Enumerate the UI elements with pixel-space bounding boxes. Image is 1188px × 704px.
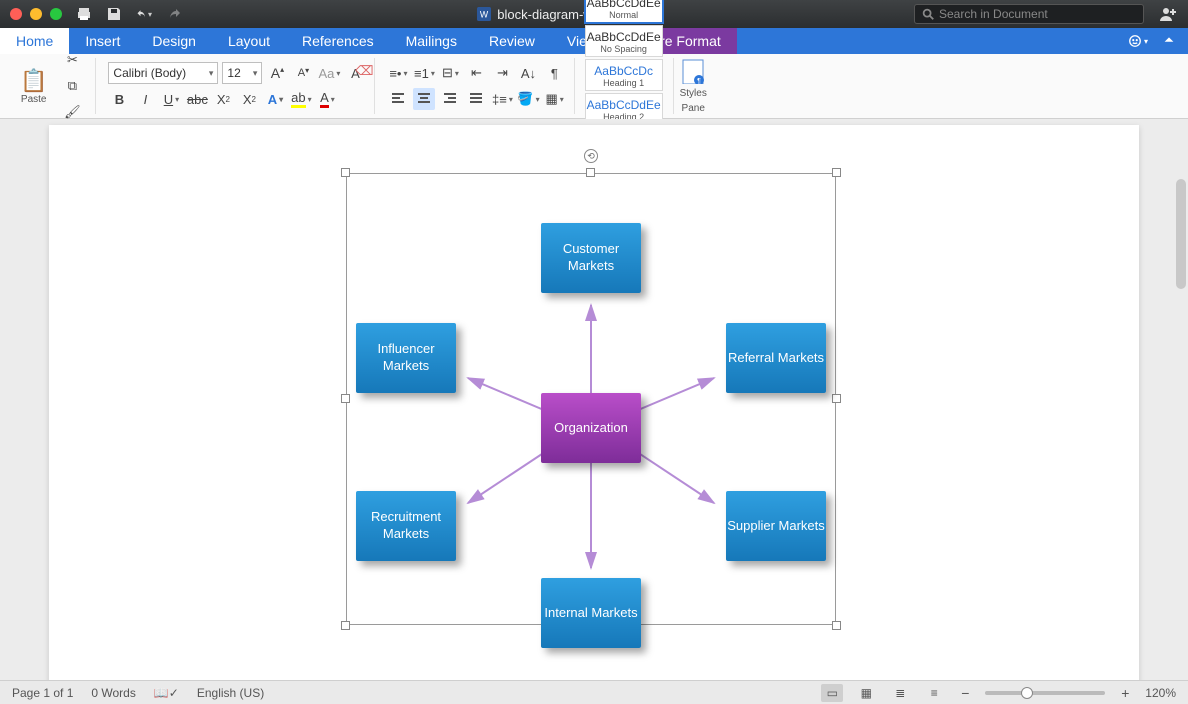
tab-design[interactable]: Design	[136, 28, 212, 54]
styles-gallery: AaBbCcDdEe Normal AaBbCcDdEe No Spacing …	[579, 58, 669, 114]
vertical-scrollbar[interactable]	[1176, 179, 1186, 289]
rotate-handle[interactable]: ⟲	[584, 149, 598, 163]
diagram-node: Referral Markets	[726, 323, 826, 393]
selected-picture[interactable]: ⟲	[346, 173, 836, 625]
search-icon	[921, 7, 935, 21]
zoom-in-button[interactable]: +	[1117, 685, 1133, 701]
font-family-select[interactable]: Calibri (Body)▾	[108, 62, 218, 84]
shading-icon[interactable]: 🪣	[517, 88, 539, 110]
zoom-out-button[interactable]: −	[957, 685, 973, 701]
resize-handle-tr[interactable]	[832, 168, 841, 177]
italic-button[interactable]: I	[134, 88, 156, 110]
align-center-icon[interactable]	[413, 88, 435, 110]
style-no-spacing[interactable]: AaBbCcDdEe No Spacing	[585, 25, 663, 57]
page-indicator[interactable]: Page 1 of 1	[12, 686, 73, 700]
resize-handle-br[interactable]	[832, 621, 841, 630]
text-effects-icon[interactable]: A	[264, 88, 286, 110]
document-title: W block-diagram-word2	[182, 7, 914, 22]
diagram-node: Customer Markets	[541, 223, 641, 293]
decrease-indent-icon[interactable]: ⇤	[465, 62, 487, 84]
align-left-icon[interactable]	[387, 88, 409, 110]
resize-handle-r[interactable]	[832, 394, 841, 403]
clear-formatting-icon[interactable]: A⌫	[344, 62, 366, 84]
page: ⟲	[49, 125, 1139, 680]
svg-text:¶: ¶	[697, 78, 701, 84]
language-indicator[interactable]: English (US)	[197, 686, 264, 700]
font-size-select[interactable]: 12▾	[222, 62, 262, 84]
highlight-color-icon[interactable]: ab	[290, 88, 312, 110]
window-controls	[10, 8, 62, 20]
numbering-icon[interactable]: ≡1	[413, 62, 435, 84]
outline-view-icon[interactable]: ≣	[889, 684, 911, 702]
tab-mailings[interactable]: Mailings	[390, 28, 473, 54]
diagram-node: Recruitment Markets	[356, 491, 456, 561]
borders-icon[interactable]: ▦	[544, 88, 566, 110]
grow-font-icon[interactable]: A▴	[266, 62, 288, 84]
feedback-icon[interactable]: ▾	[1128, 34, 1148, 48]
diagram-node: Internal Markets	[541, 578, 641, 648]
line-spacing-icon[interactable]: ‡≡	[491, 88, 513, 110]
style-normal[interactable]: AaBbCcDdEe Normal	[585, 0, 663, 23]
zoom-window[interactable]	[50, 8, 62, 20]
word-doc-icon: W	[477, 7, 491, 21]
sort-icon[interactable]: A↓	[517, 62, 539, 84]
print-icon[interactable]	[76, 6, 92, 22]
minimize-window[interactable]	[30, 8, 42, 20]
word-count[interactable]: 0 Words	[91, 686, 135, 700]
share-icon[interactable]	[1158, 4, 1178, 24]
multilevel-list-icon[interactable]: ⊟	[439, 62, 461, 84]
diagram-node: Influencer Markets	[356, 323, 456, 393]
status-bar: Page 1 of 1 0 Words 📖✓ English (US) ▭ ▦ …	[0, 680, 1188, 704]
cut-icon[interactable]: ✂	[61, 49, 83, 71]
zoom-slider[interactable]	[985, 691, 1105, 695]
undo-icon[interactable]: ▾	[136, 6, 152, 22]
justify-icon[interactable]	[465, 88, 487, 110]
redo-icon[interactable]	[166, 6, 182, 22]
style-heading-1[interactable]: AaBbCcDc Heading 1	[585, 59, 663, 91]
print-layout-view-icon[interactable]: ▭	[821, 684, 843, 702]
close-window[interactable]	[10, 8, 22, 20]
svg-text:W: W	[480, 10, 489, 20]
resize-handle-tl[interactable]	[341, 168, 350, 177]
save-icon[interactable]	[106, 6, 122, 22]
diagram-center-node: Organization	[541, 393, 641, 463]
spellcheck-icon[interactable]: 📖✓	[154, 686, 179, 700]
search-in-document[interactable]: Search in Document	[914, 4, 1144, 24]
tab-review[interactable]: Review	[473, 28, 551, 54]
underline-button[interactable]: U	[160, 88, 182, 110]
bold-button[interactable]: B	[108, 88, 130, 110]
styles-pane-button[interactable]: ¶ Styles Pane	[673, 58, 713, 114]
shrink-font-icon[interactable]: A▾	[292, 62, 314, 84]
zoom-slider-thumb[interactable]	[1021, 687, 1033, 699]
paste-icon: 📋	[20, 68, 47, 94]
paste-button[interactable]: 📋 Paste	[14, 68, 53, 105]
resize-handle-l[interactable]	[341, 394, 350, 403]
strikethrough-button[interactable]: abc	[186, 88, 208, 110]
ribbon: 📋 Paste ✂ ⧉ 🖌 Calibri (Body)▾ 12▾ A▴ A▾ …	[0, 54, 1188, 119]
superscript-button[interactable]: X2	[238, 88, 260, 110]
copy-icon[interactable]: ⧉	[61, 75, 83, 97]
align-right-icon[interactable]	[439, 88, 461, 110]
font-color-icon[interactable]: A	[316, 88, 338, 110]
document-area[interactable]: ⟲	[0, 119, 1188, 680]
resize-handle-t[interactable]	[586, 168, 595, 177]
increase-indent-icon[interactable]: ⇥	[491, 62, 513, 84]
collapse-ribbon-icon[interactable]	[1162, 33, 1176, 50]
diagram-node: Supplier Markets	[726, 491, 826, 561]
show-marks-icon[interactable]: ¶	[543, 62, 565, 84]
bullets-icon[interactable]: ≡•	[387, 62, 409, 84]
web-layout-view-icon[interactable]: ▦	[855, 684, 877, 702]
change-case-icon[interactable]: Aa	[318, 62, 340, 84]
subscript-button[interactable]: X2	[212, 88, 234, 110]
styles-pane-icon: ¶	[681, 58, 705, 84]
tab-references[interactable]: References	[286, 28, 390, 54]
draft-view-icon[interactable]: ≡	[923, 684, 945, 702]
tab-layout[interactable]: Layout	[212, 28, 286, 54]
resize-handle-bl[interactable]	[341, 621, 350, 630]
quick-access-toolbar: ▾	[76, 6, 182, 22]
zoom-level[interactable]: 120%	[1145, 686, 1176, 700]
